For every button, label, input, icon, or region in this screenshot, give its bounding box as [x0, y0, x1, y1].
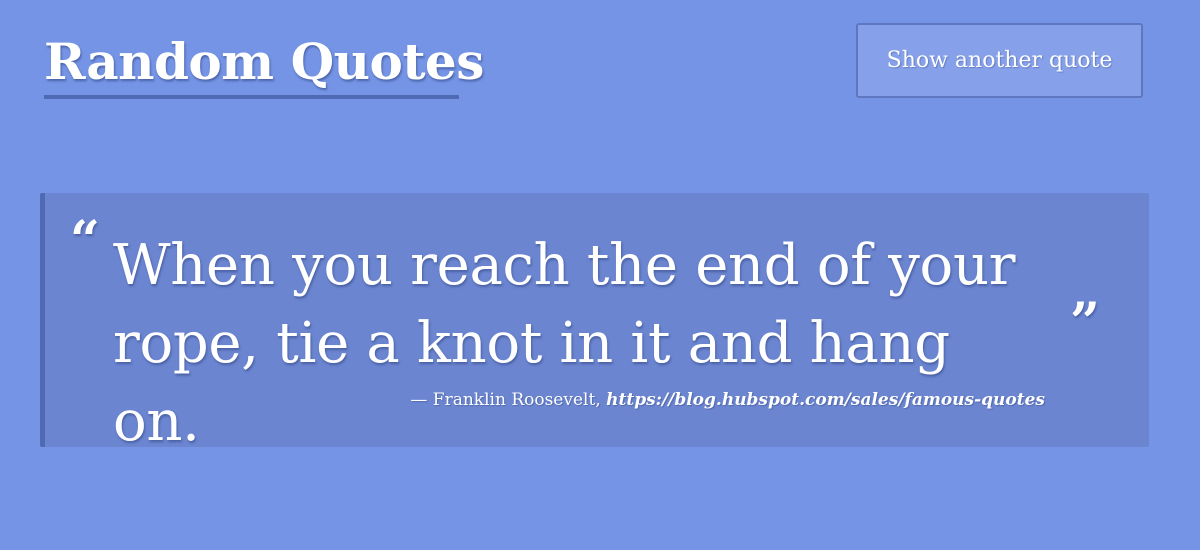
title-underline [44, 95, 459, 99]
open-quote-icon: “ [70, 210, 100, 271]
quote-attribution: — Franklin Roosevelt, https://blog.hubsp… [205, 389, 1045, 411]
show-another-quote-button[interactable]: Show another quote [856, 23, 1143, 98]
quote-author: Franklin Roosevelt [432, 390, 596, 410]
quote-card: “ When you reach the end of your rope, t… [40, 193, 1149, 454]
quote-text: When you reach the end of your rope, tie… [113, 233, 1016, 454]
close-quote-icon: ” [1070, 292, 1100, 353]
attribution-separator: , [595, 390, 607, 410]
quote-source: https://blog.hubspot.com/sales/famous-qu… [606, 390, 1045, 410]
page-title: Random Quotes [44, 32, 484, 91]
attribution-dash: — [410, 390, 433, 410]
